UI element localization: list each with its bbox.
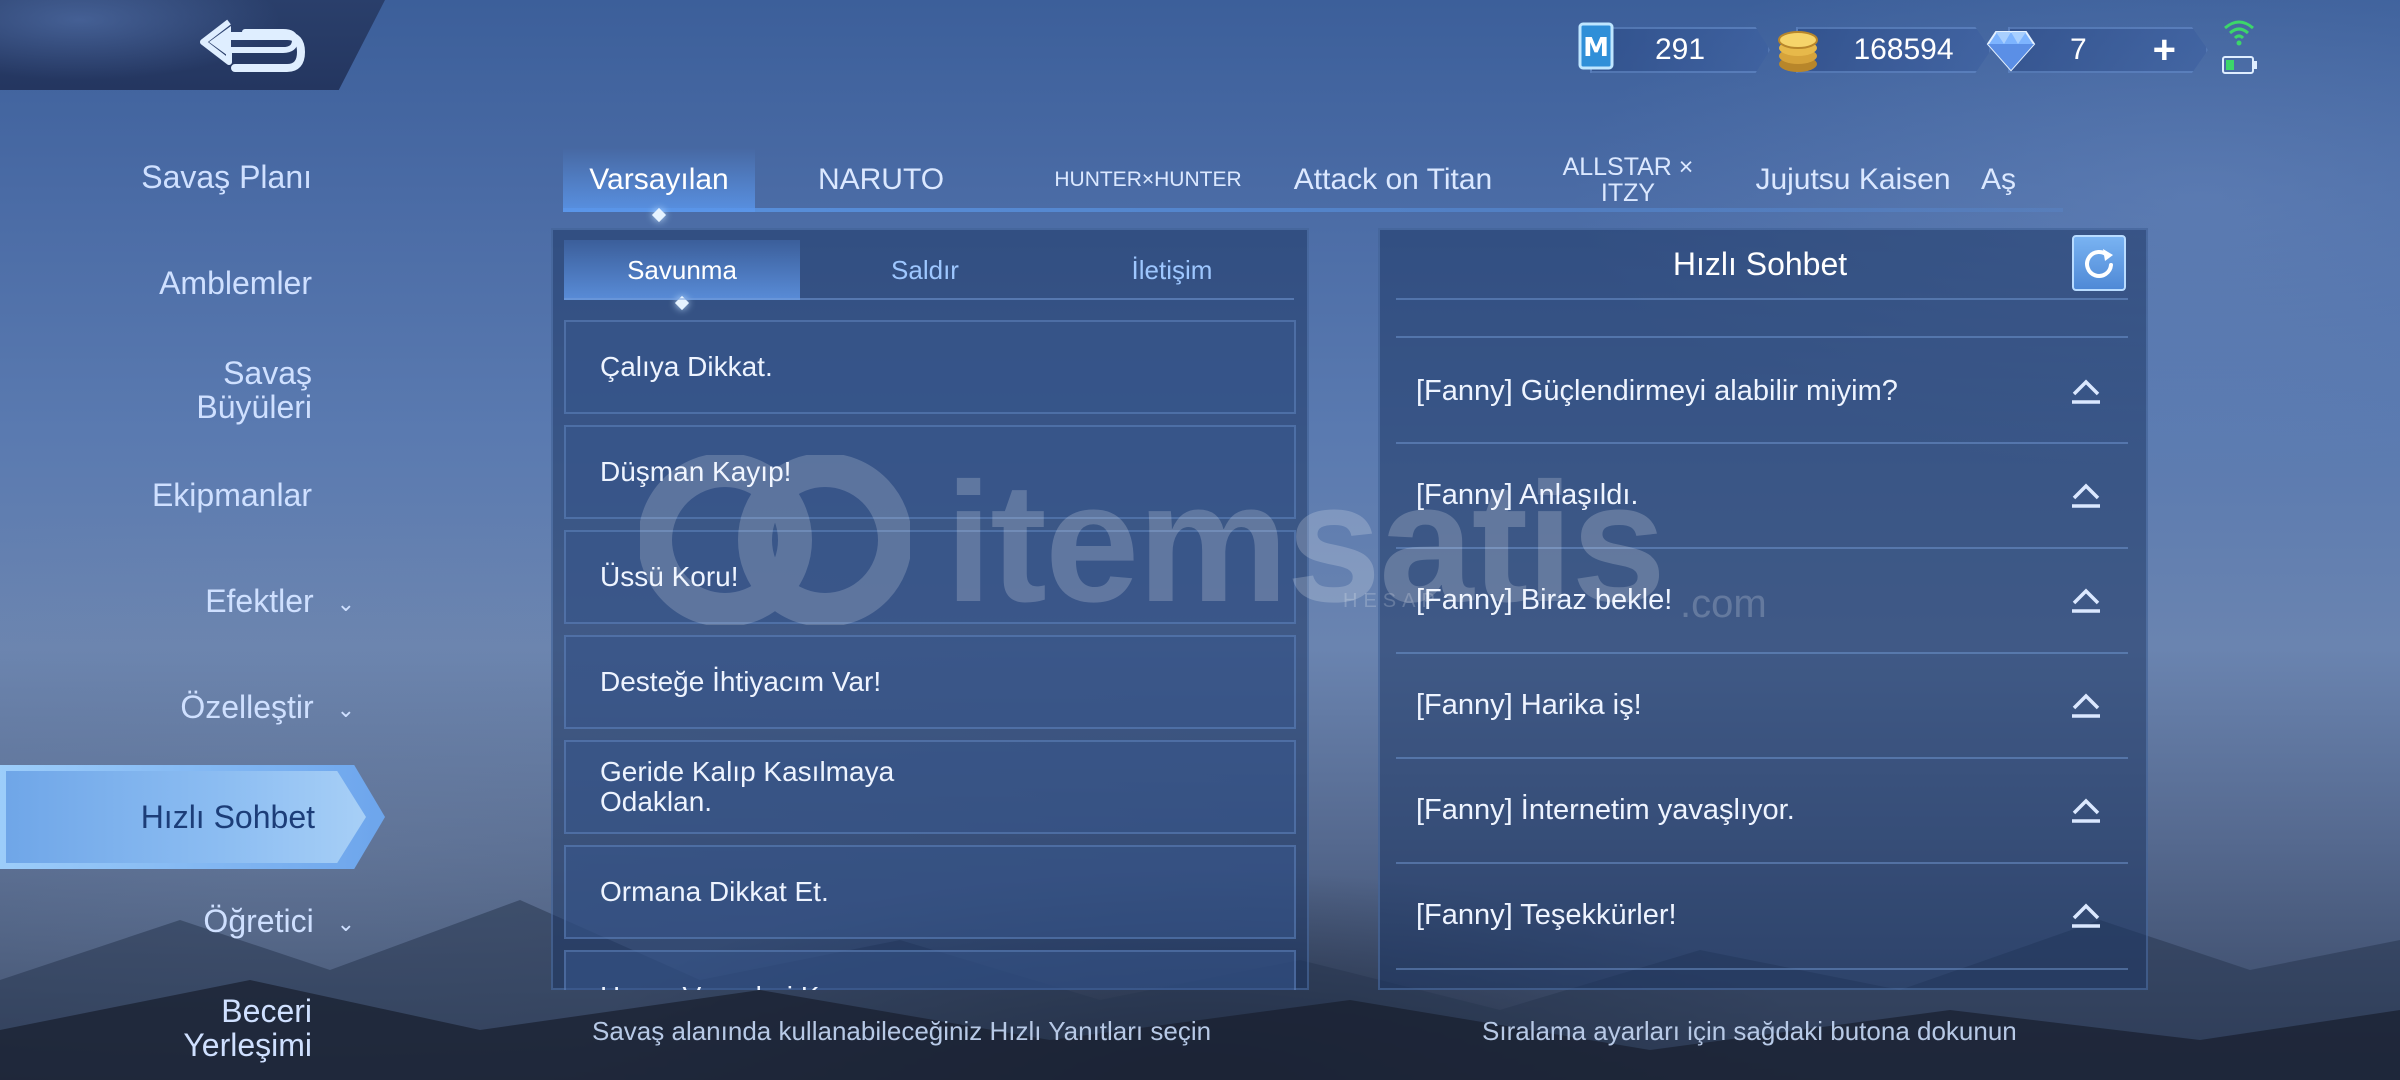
divider — [1396, 968, 2128, 970]
tab-label: Aş — [1981, 163, 2017, 196]
quick-chat-item[interactable]: [Fanny] Güçlendirmeyi alabilir miyim? — [1396, 339, 2128, 443]
tab-label: NARUTO — [817, 163, 945, 196]
phrase-list[interactable]: Çalıya Dikkat. Düşman Kayıp! Üssü Koru! … — [550, 310, 1310, 990]
quick-chat-label: [Fanny] İnternetim yavaşlıyor. — [1416, 793, 1795, 826]
divider — [1396, 298, 2128, 300]
phrase-label: Çalıya Dikkat. — [600, 351, 773, 382]
sidebar-item-savas-plani[interactable]: Savaş Planı — [141, 160, 312, 194]
right-hint-text: Sıralama ayarları için sağdaki butona do… — [1482, 1016, 2017, 1046]
badge-currency: 291 M — [1578, 22, 1770, 78]
gold-currency: 168594 — [1776, 22, 1991, 78]
tab-naruto[interactable]: NARUTO — [771, 148, 991, 212]
tab-varsayilan[interactable]: Varsayılan — [563, 148, 755, 223]
badge-count: 291 — [1654, 33, 1706, 66]
sidebar-item-ogretici[interactable]: Öğretici ⌄ — [203, 904, 355, 941]
sidebar-item-label: Beceri Yerleşimi — [183, 993, 312, 1063]
sidebar-item-amblemler[interactable]: Amblemler — [159, 266, 312, 300]
move-up-icon[interactable] — [2070, 900, 2102, 930]
quick-chat-label: [Fanny] Güçlendirmeyi alabilir miyim? — [1416, 374, 1898, 407]
move-up-icon[interactable] — [2070, 376, 2102, 406]
tab-allstar-itzy[interactable]: ALLSTAR × ITZY — [1543, 148, 1713, 212]
tab-asi[interactable]: Aş — [1981, 148, 2033, 212]
quick-chat-item[interactable]: [Fanny] Harika iş! — [1396, 653, 2128, 757]
phrase-item[interactable]: Hasar Verenleri Koru — [564, 950, 1296, 990]
subtab-label: Saldır — [891, 254, 959, 285]
sidebar-item-label: Ekipmanlar — [151, 477, 312, 513]
chevron-down-icon: ⌄ — [336, 590, 355, 616]
quick-chat-label: [Fanny] Harika iş! — [1416, 688, 1642, 721]
back-arrow-icon — [200, 19, 306, 72]
tab-label: Jujutsu Kaisen — [1755, 163, 1951, 196]
move-up-icon[interactable] — [2070, 795, 2102, 825]
subtab-saldir[interactable]: Saldır — [807, 240, 1043, 300]
back-button[interactable] — [195, 12, 313, 78]
tab-attack-on-titan[interactable]: Attack on Titan — [1283, 148, 1503, 212]
battery-icon — [2222, 56, 2257, 74]
move-up-icon[interactable] — [2070, 480, 2102, 510]
sidebar-item-label: Efektler — [205, 583, 314, 619]
quick-chat-item[interactable]: [Fanny] İnternetim yavaşlıyor. — [1396, 758, 2128, 862]
watermark-sub: HESAP — [1343, 590, 1441, 612]
quick-chat-title: Hızlı Sohbet — [1672, 245, 1848, 282]
sidebar-item-savas-buyuleri[interactable]: Savaş Büyüleri — [112, 356, 312, 424]
active-indicator — [651, 207, 667, 223]
theme-tabs: Varsayılan NARUTO HUNTER×HUNTER Attack o… — [563, 148, 2063, 223]
sidebar-item-label: Özelleştir — [180, 689, 314, 725]
phrase-label: Desteğe İhtiyacım Var! — [600, 666, 882, 697]
subtab-label: İletişim — [1131, 254, 1213, 285]
refresh-icon — [2085, 249, 2113, 278]
chevron-down-icon: ⌄ — [336, 910, 355, 936]
phrase-label: Hasar Verenleri Koru — [600, 982, 860, 991]
sidebar-item-ekipmanlar[interactable]: Ekipmanlar — [152, 478, 312, 512]
diamond-count: 7 — [2070, 33, 2087, 66]
reorder-button[interactable] — [2072, 235, 2126, 291]
subtab-iletisim[interactable]: İletişim — [1054, 240, 1290, 300]
phrase-label: Geride Kalıp Kasılmaya Odaklan. — [600, 756, 895, 817]
sidebar-item-beceri-yerlesimi[interactable]: Beceri Yerleşimi — [92, 994, 312, 1062]
watermark-brand: itemsatis — [945, 448, 1666, 638]
gold-count: 168594 — [1853, 33, 1954, 66]
add-diamond-button[interactable]: + — [2153, 28, 2176, 73]
sidebar-item-label: Savaş Büyüleri — [196, 355, 312, 425]
phrase-item[interactable]: Geride Kalıp Kasılmaya Odaklan. — [564, 740, 1296, 834]
watermark-domain: .com — [1680, 582, 1767, 626]
tab-label: HUNTER×HUNTER — [1054, 168, 1242, 191]
sidebar-item-hizli-sohbet[interactable]: Hızlı Sohbet — [0, 765, 385, 869]
move-up-icon[interactable] — [2070, 585, 2102, 615]
sidebar-item-label: Savaş Planı — [141, 159, 312, 195]
divider — [1396, 336, 2128, 338]
sidebar-item-label: Öğretici — [203, 903, 314, 939]
quick-chat-item[interactable]: [Fanny] Teşekkürler! — [1396, 863, 2128, 967]
watermark-logo-icon — [640, 455, 910, 625]
subtab-divider — [564, 298, 1294, 300]
sidebar-item-efektler[interactable]: Efektler ⌄ — [205, 584, 355, 621]
tab-label: Attack on Titan — [1293, 163, 1493, 196]
subtab-label: Savunma — [627, 254, 737, 285]
diamond-icon — [1986, 31, 2036, 72]
quick-chat-label: [Fanny] Teşekkürler! — [1416, 898, 1677, 931]
phrase-item[interactable]: Ormana Dikkat Et. — [564, 845, 1296, 939]
phrase-category-tabs: Savunma Saldır İletişim — [564, 240, 1294, 311]
svg-text:M: M — [1583, 33, 1609, 63]
phrase-label: Ormana Dikkat Et. — [600, 876, 829, 907]
gold-coin-icon — [1778, 31, 1818, 72]
phrase-item[interactable]: Çalıya Dikkat. — [564, 320, 1296, 414]
tab-jujutsu-kaisen[interactable]: Jujutsu Kaisen — [1743, 148, 1963, 212]
tab-hunter-hunter[interactable]: HUNTER×HUNTER — [1043, 148, 1253, 212]
wifi-icon — [2224, 20, 2254, 46]
subtab-savunma[interactable]: Savunma — [564, 240, 800, 311]
diamond-currency: 7 + — [1986, 22, 2208, 78]
sidebar-item-ozellestir[interactable]: Özelleştir ⌄ — [180, 690, 355, 727]
sidebar-item-label: Amblemler — [159, 265, 312, 301]
badge-icon: M — [1578, 22, 1614, 70]
chevron-down-icon: ⌄ — [336, 696, 355, 722]
phrase-item[interactable]: Desteğe İhtiyacım Var! — [564, 635, 1296, 729]
back-plate — [0, 0, 385, 90]
tab-label: Varsayılan — [589, 163, 729, 196]
sidebar-item-label: Hızlı Sohbet — [140, 798, 315, 835]
move-up-icon[interactable] — [2070, 690, 2102, 720]
left-hint-text: Savaş alanında kullanabileceğiniz Hızlı … — [592, 1016, 1212, 1046]
tab-label: ALLSTAR × ITZY — [1562, 153, 1694, 207]
